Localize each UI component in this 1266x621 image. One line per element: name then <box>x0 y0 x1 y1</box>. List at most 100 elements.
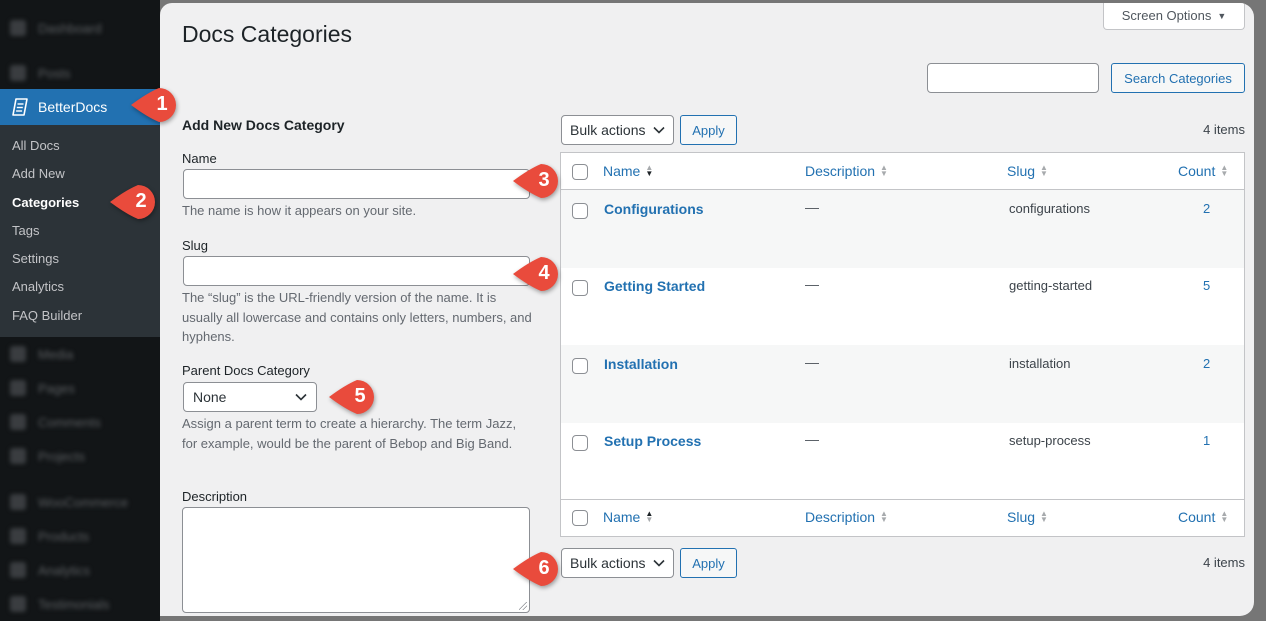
select-all-checkbox-bottom[interactable] <box>572 510 588 526</box>
column-name[interactable]: Name ▲ ▼ <box>603 163 653 179</box>
chevron-down-icon <box>653 126 665 134</box>
category-description: — <box>805 199 819 215</box>
column-name-footer[interactable]: Name ▲ ▼ <box>603 509 653 525</box>
chevron-down-icon <box>653 559 665 567</box>
submenu-analytics[interactable]: Analytics <box>0 275 160 303</box>
sidebar-item-pages[interactable]: Pages <box>0 371 160 405</box>
dashboard-icon <box>10 20 26 36</box>
add-category-heading: Add New Docs Category <box>182 117 345 133</box>
pin-icon <box>10 448 26 464</box>
callout-marker-4: 4 <box>511 254 561 294</box>
apply-button-top[interactable]: Apply <box>680 115 737 145</box>
category-slug: configurations <box>1009 201 1090 216</box>
items-count-top: 4 items <box>1203 122 1245 137</box>
sidebar-item-media[interactable]: Media <box>0 337 160 371</box>
sidebar-item-label: BetterDocs <box>38 99 108 115</box>
betterdocs-icon <box>12 98 28 116</box>
table-footer: Name ▲ ▼ Description ▲ ▼ Slug ▲ ▼ Count ▲ ▼ <box>561 499 1244 536</box>
category-slug: installation <box>1009 356 1071 371</box>
category-count-link[interactable]: 2 <box>1203 201 1210 216</box>
media-icon <box>10 346 26 362</box>
parent-category-select[interactable]: None <box>183 382 317 412</box>
callout-marker-2: 2 <box>108 182 158 222</box>
slug-field[interactable] <box>183 256 530 286</box>
category-name-link[interactable]: Configurations <box>604 201 704 217</box>
comment-icon <box>10 414 26 430</box>
pin-icon <box>10 65 26 81</box>
callout-marker-3: 3 <box>511 161 561 201</box>
sidebar-item-testimonials[interactable]: Testimonials <box>0 587 160 621</box>
slug-label: Slug <box>182 238 209 253</box>
category-count-link[interactable]: 1 <box>1203 433 1210 448</box>
category-description: — <box>805 354 819 370</box>
table-row: Configurations — configurations 2 <box>561 190 1244 268</box>
chart-icon <box>10 562 26 578</box>
row-checkbox[interactable] <box>572 358 588 374</box>
column-slug-footer[interactable]: Slug ▲ ▼ <box>1007 509 1048 525</box>
category-count-link[interactable]: 5 <box>1203 278 1210 293</box>
sidebar-item-dashboard[interactable]: Dashboard <box>0 11 160 45</box>
category-name-link[interactable]: Getting Started <box>604 278 705 294</box>
search-categories-input[interactable] <box>927 63 1099 93</box>
bulk-actions-select-top[interactable]: Bulk actions <box>561 115 674 145</box>
screen-options-button[interactable]: Screen Options ▼ <box>1103 3 1245 30</box>
column-slug[interactable]: Slug ▲ ▼ <box>1007 163 1048 179</box>
sort-icon: ▲ ▼ <box>1220 509 1229 524</box>
sort-icon: ▲ ▼ <box>1040 163 1048 178</box>
name-field[interactable] <box>183 169 530 199</box>
search-categories-button[interactable]: Search Categories <box>1111 63 1245 93</box>
column-count-footer[interactable]: Count ▲ ▼ <box>1178 509 1228 525</box>
sort-icon: ▲ ▼ <box>880 509 888 524</box>
submenu-faq-builder[interactable]: FAQ Builder <box>0 304 160 332</box>
category-name-link[interactable]: Setup Process <box>604 433 701 449</box>
submenu-all-docs[interactable]: All Docs <box>0 134 160 162</box>
betterdocs-submenu: All Docs Add New Categories Tags Setting… <box>0 125 160 337</box>
category-slug: setup-process <box>1009 433 1091 448</box>
description-label: Description <box>182 489 248 504</box>
apply-button-bottom[interactable]: Apply <box>680 548 737 578</box>
parent-category-label: Parent Docs Category <box>182 363 310 378</box>
select-all-checkbox[interactable] <box>572 164 588 180</box>
table-row: Getting Started — getting-started 5 <box>561 267 1244 345</box>
products-icon <box>10 528 26 544</box>
sidebar-item-projects[interactable]: Projects <box>0 439 160 473</box>
sort-desc-icon: ▲ ▼ <box>645 163 654 178</box>
chevron-down-icon <box>295 393 307 401</box>
sort-icon: ▲ ▼ <box>880 163 888 178</box>
page-icon <box>10 380 26 396</box>
woocommerce-icon <box>10 494 26 510</box>
column-count[interactable]: Count ▲ ▼ <box>1178 163 1228 179</box>
name-help-text: The name is how it appears on your site. <box>182 203 417 218</box>
column-description-footer[interactable]: Description ▲ ▼ <box>805 509 888 525</box>
callout-marker-1: 1 <box>129 85 179 125</box>
row-checkbox[interactable] <box>572 203 588 219</box>
category-name-link[interactable]: Installation <box>604 356 678 372</box>
table-row: Setup Process — setup-process 1 <box>561 422 1244 500</box>
category-slug: getting-started <box>1009 278 1093 293</box>
resize-handle-icon[interactable] <box>519 602 527 610</box>
slug-help-text: The “slug” is the URL-friendly version o… <box>182 290 532 344</box>
sidebar-item-analytics[interactable]: Analytics <box>0 553 160 587</box>
description-textarea[interactable] <box>182 507 530 613</box>
callout-marker-6: 6 <box>511 549 561 589</box>
row-checkbox[interactable] <box>572 280 588 296</box>
category-description: — <box>805 431 819 447</box>
table-header: Name ▲ ▼ Description ▲ ▼ Slug ▲ ▼ Count ▲ ▼ <box>561 153 1244 190</box>
submenu-tags[interactable]: Tags <box>0 219 160 247</box>
main-content: Screen Options ▼ Docs Categories Search … <box>160 3 1254 616</box>
parent-help-text: Assign a parent term to create a hierarc… <box>182 416 517 451</box>
submenu-settings[interactable]: Settings <box>0 247 160 275</box>
sidebar-item-comments[interactable]: Comments <box>0 405 160 439</box>
testimonial-icon <box>10 596 26 612</box>
table-row: Installation — installation 2 <box>561 345 1244 423</box>
sidebar-item-products[interactable]: Products <box>0 519 160 553</box>
sidebar-item-woocommerce[interactable]: WooCommerce <box>0 485 160 519</box>
caret-down-icon: ▼ <box>1217 10 1227 21</box>
items-count-bottom: 4 items <box>1203 555 1245 570</box>
category-count-link[interactable]: 2 <box>1203 356 1210 371</box>
bulk-actions-select-bottom[interactable]: Bulk actions <box>561 548 674 578</box>
name-label: Name <box>182 151 217 166</box>
sort-icon: ▲ ▼ <box>1040 509 1048 524</box>
column-description[interactable]: Description ▲ ▼ <box>805 163 888 179</box>
row-checkbox[interactable] <box>572 435 588 451</box>
